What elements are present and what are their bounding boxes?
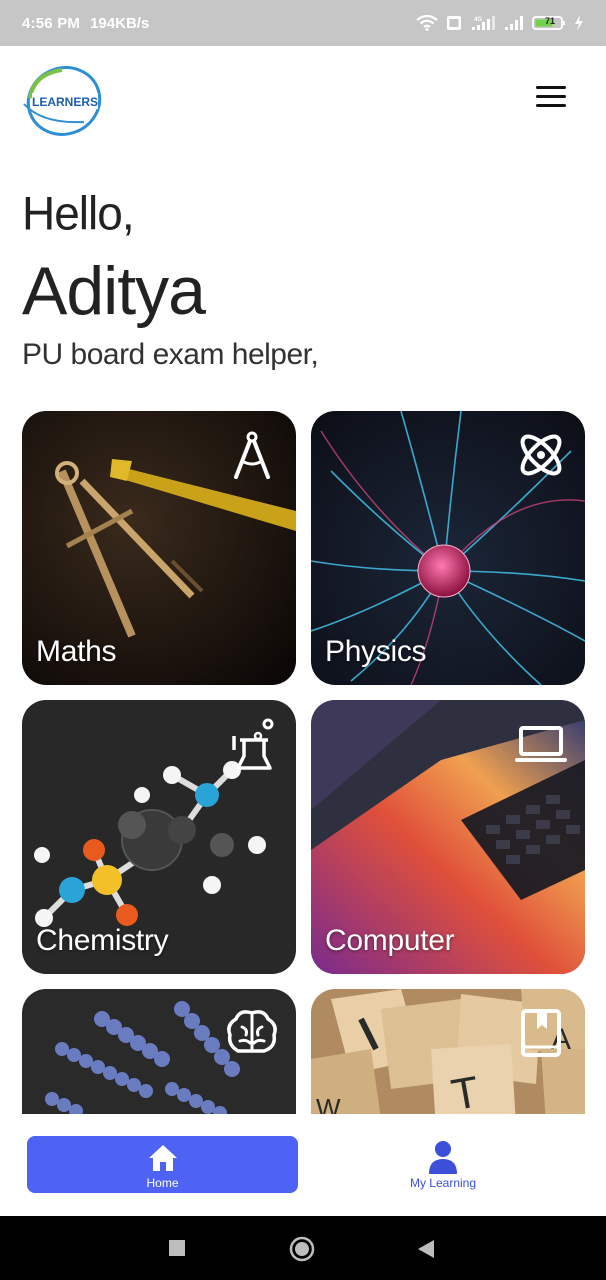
hamburger-menu-icon[interactable] bbox=[534, 84, 570, 110]
subject-card-maths[interactable]: Maths bbox=[22, 411, 296, 685]
brain-icon bbox=[227, 1010, 277, 1053]
subject-card-english[interactable]: T A W bbox=[311, 989, 585, 1114]
logo-text: LEARNERS bbox=[32, 95, 98, 109]
subject-label: Maths bbox=[36, 635, 117, 668]
charging-icon bbox=[575, 15, 583, 31]
home-icon bbox=[149, 1145, 177, 1171]
home-circle-icon[interactable] bbox=[289, 1236, 315, 1262]
battery-level: 71 bbox=[545, 16, 556, 26]
status-time: 4:56 PM bbox=[22, 14, 81, 32]
nav-home-button[interactable]: Home bbox=[27, 1136, 298, 1193]
greeting-hello: Hello, bbox=[22, 186, 135, 240]
status-bar: 4:56 PM 194KB/s 4G 71 bbox=[0, 0, 606, 46]
app-screen: 4:56 PM 194KB/s 4G 71 LEARNERS Hello, Ad… bbox=[0, 0, 606, 1280]
compass-icon bbox=[234, 431, 270, 479]
subject-grid: Maths Physics Chemistry Computer T A W bbox=[0, 396, 606, 1114]
flask-icon bbox=[232, 718, 274, 770]
status-icons: 4G 71 bbox=[416, 15, 584, 31]
system-navigation-bar bbox=[0, 1216, 606, 1280]
laptop-icon bbox=[515, 726, 567, 762]
nav-my-learning-button[interactable]: My Learning bbox=[384, 1136, 502, 1193]
subject-card-physics[interactable]: Physics bbox=[311, 411, 585, 685]
subject-card-biology[interactable] bbox=[22, 989, 296, 1114]
subject-label: Computer bbox=[325, 924, 455, 957]
subject-card-computer[interactable]: Computer bbox=[311, 700, 585, 974]
user-name: Aditya bbox=[22, 253, 206, 329]
network-speed: 194KB/s bbox=[90, 14, 150, 32]
atom-icon bbox=[520, 434, 562, 476]
subject-label: Chemistry bbox=[36, 924, 169, 957]
nav-my-learning-label: My Learning bbox=[409, 1176, 477, 1190]
greeting-subtitle: PU board exam helper, bbox=[22, 338, 319, 371]
signal-icon bbox=[505, 16, 523, 30]
learners-logo[interactable]: LEARNERS bbox=[22, 64, 108, 138]
person-icon bbox=[429, 1141, 457, 1174]
book-icon bbox=[521, 1009, 561, 1057]
wifi-icon bbox=[416, 15, 438, 31]
subject-card-chemistry[interactable]: Chemistry bbox=[22, 700, 296, 974]
signal-4g-icon: 4G bbox=[472, 16, 495, 30]
bottom-navigation: Home My Learning bbox=[0, 1114, 606, 1216]
svg-text:4G: 4G bbox=[474, 17, 482, 23]
svg-text:W: W bbox=[316, 1093, 341, 1114]
volte-icon bbox=[447, 16, 461, 30]
back-icon[interactable] bbox=[416, 1238, 436, 1260]
nav-home-label: Home bbox=[146, 1176, 179, 1190]
subject-label: Physics bbox=[325, 635, 427, 668]
recents-icon[interactable] bbox=[168, 1239, 186, 1257]
